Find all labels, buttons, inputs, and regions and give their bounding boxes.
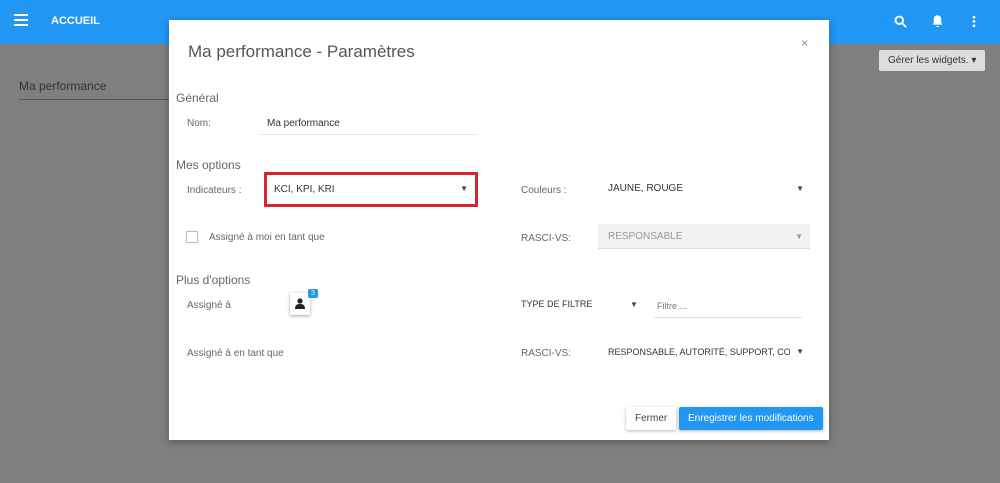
- colors-label: Couleurs :: [521, 185, 567, 196]
- user-icon: [295, 298, 305, 309]
- rasci-multi-select[interactable]: RESPONSABLE, AUTORITÉ, SUPPORT, CONS ▼: [608, 346, 804, 360]
- indicators-value: KCI, KPI, KRI: [274, 184, 335, 195]
- rasci-select-disabled: RESPONSABLE ▼: [598, 224, 810, 249]
- dialog-title: Ma performance - Paramètres: [188, 42, 415, 61]
- page-title: Ma performance: [19, 79, 169, 100]
- filter-type-select[interactable]: TYPE DE FILTRE: [521, 299, 592, 309]
- app-title: ACCUEIL: [51, 15, 100, 27]
- assign-user-button[interactable]: [290, 293, 310, 315]
- close-icon[interactable]: ×: [801, 36, 808, 50]
- assigned-me-label: Assigné à moi en tant que: [209, 232, 325, 243]
- name-label: Nom:: [187, 118, 211, 129]
- menu-icon[interactable]: [14, 14, 28, 26]
- manage-widgets-button[interactable]: Gérer les widgets. ▾: [879, 50, 986, 71]
- caret-down-icon: ▼: [795, 232, 803, 241]
- caret-down-icon: ▾: [971, 55, 977, 66]
- assigned-as-label: Assigné à en tant que: [187, 348, 284, 359]
- filter-type-label: TYPE DE FILTRE: [521, 299, 593, 309]
- section-more-options: Plus d'options: [176, 273, 251, 287]
- caret-down-icon: ▼: [796, 184, 804, 193]
- indicators-select[interactable]: KCI, KPI, KRI ▼: [264, 172, 478, 207]
- assigned-me-checkbox[interactable]: [186, 231, 198, 243]
- section-general: Général: [176, 91, 219, 105]
- manage-widgets-label: Gérer les widgets.: [888, 55, 969, 66]
- filter-input[interactable]: [654, 294, 802, 318]
- rasci-multi-value: RESPONSABLE, AUTORITÉ, SUPPORT, CONS: [608, 347, 790, 357]
- section-options: Mes options: [176, 158, 241, 172]
- search-icon[interactable]: [893, 14, 908, 33]
- colors-select[interactable]: JAUNE, ROUGE ▼: [599, 175, 804, 201]
- settings-dialog: Ma performance - Paramètres × Général No…: [169, 20, 829, 440]
- caret-down-icon[interactable]: ▼: [630, 300, 638, 309]
- bell-icon[interactable]: [930, 14, 945, 33]
- indicators-label: Indicateurs :: [187, 185, 242, 196]
- name-input[interactable]: Ma performance: [260, 112, 478, 135]
- assigned-to-label: Assigné à: [187, 300, 231, 311]
- rasci-value: RESPONSABLE: [608, 231, 683, 242]
- save-button[interactable]: Enregistrer les modifications: [679, 407, 823, 430]
- caret-down-icon: ▼: [460, 184, 468, 193]
- caret-down-icon: ▼: [796, 347, 804, 356]
- assigned-count-badge: 3: [308, 289, 318, 298]
- rasci-label-2: RASCI-VS:: [521, 348, 572, 359]
- colors-value: JAUNE, ROUGE: [608, 183, 684, 194]
- more-vert-icon[interactable]: [968, 14, 980, 33]
- rasci-label: RASCI-VS:: [521, 233, 572, 244]
- close-button[interactable]: Fermer: [626, 407, 677, 430]
